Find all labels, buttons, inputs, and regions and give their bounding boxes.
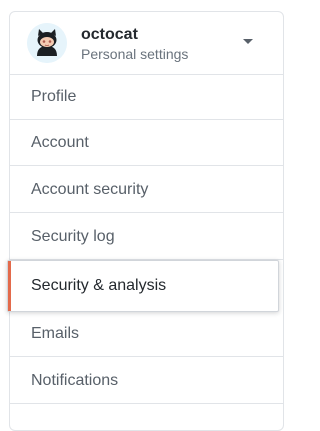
menu-item-account[interactable]: Account <box>10 120 283 166</box>
account-switcher[interactable]: octocat Personal settings <box>10 12 283 75</box>
selected-indicator <box>8 261 11 311</box>
account-subtitle: Personal settings <box>81 46 189 62</box>
username: octocat <box>81 26 138 43</box>
menu-item-label: Account <box>31 133 89 151</box>
menu-item-label: Security log <box>31 227 115 245</box>
menu-item-emails[interactable]: Emails <box>10 311 283 357</box>
menu-item-label: Notifications <box>31 371 119 389</box>
menu-item-security-analysis[interactable]: Security & analysis <box>7 260 279 312</box>
menu-item-account-security[interactable]: Account security <box>10 167 283 213</box>
menu-item-label: Profile <box>31 87 77 105</box>
menu-item-security-log[interactable]: Security log <box>10 214 283 260</box>
menu-item-profile[interactable]: Profile <box>10 74 283 120</box>
avatar <box>27 23 67 63</box>
octocat-icon <box>27 23 67 63</box>
menu-item-label: Security & analysis <box>31 277 167 294</box>
chevron-down-icon[interactable] <box>243 39 253 44</box>
menu-item-notifications[interactable]: Notifications <box>10 358 283 404</box>
settings-menu: octocat Personal settings Profile Accoun… <box>7 11 284 431</box>
menu-item-label: Account security <box>31 180 149 198</box>
menu-item-label: Emails <box>31 324 80 342</box>
